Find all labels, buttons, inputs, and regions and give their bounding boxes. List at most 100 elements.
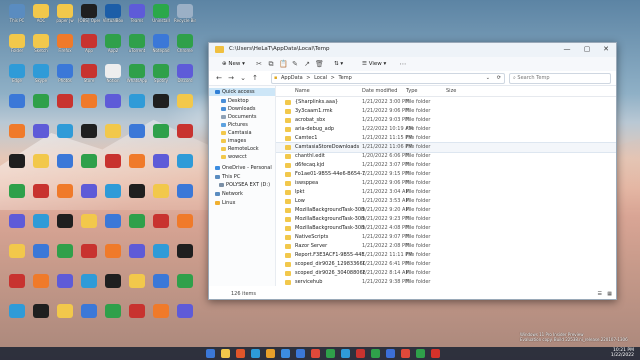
file-row[interactable]: acrobat_sbx 1/21/2022 9:03 PM File folder	[276, 116, 616, 125]
desktop-icon[interactable]	[54, 124, 76, 152]
desktop-icon[interactable]	[174, 94, 196, 122]
taskbar-app-icon[interactable]	[371, 349, 380, 358]
file-row[interactable]: Low 1/21/2022 3:53 AM File folder	[276, 197, 616, 206]
desktop-icon[interactable]	[30, 184, 52, 212]
up-icon[interactable]: ↑	[251, 74, 259, 82]
desktop-icon[interactable]: Sketch	[30, 34, 52, 62]
view-button[interactable]: ☰ View ▾	[359, 59, 389, 69]
nav-item[interactable]: RemoteLock	[209, 145, 281, 153]
file-row[interactable]: scoped_dir9026_304088068 1/21/2022 8:14 A…	[276, 269, 616, 278]
desktop-icon[interactable]: Notion	[102, 64, 124, 92]
nav-item[interactable]: Desktop	[209, 97, 281, 105]
file-row[interactable]: CamtasiaStoreDownloads 1/21/2022 11:06 PM…	[276, 142, 616, 153]
desktop-icon[interactable]	[30, 214, 52, 242]
taskbar-app-icon[interactable]	[326, 349, 335, 358]
desktop-icon[interactable]	[78, 124, 100, 152]
desktop-icon[interactable]	[126, 244, 148, 272]
desktop-icon[interactable]	[150, 124, 172, 152]
desktop-icon[interactable]: Notepad	[150, 34, 172, 62]
desktop-icon[interactable]: WhatsApp	[126, 64, 148, 92]
file-row[interactable]: Camtec1 1/21/2022 11:15 PM File folder	[276, 134, 616, 143]
desktop-icon[interactable]	[30, 94, 52, 122]
nav-item[interactable]: Linux	[209, 199, 275, 207]
desktop-icon[interactable]	[30, 244, 52, 272]
nav-item[interactable]: Quick access	[209, 88, 275, 96]
desktop-icon[interactable]	[150, 304, 172, 332]
desktop-icon[interactable]	[126, 124, 148, 152]
file-row[interactable]: Fo1ae01-9B55-44e6-B654-7f4d3f7c0b8f1...1…	[276, 170, 616, 179]
desktop-icon[interactable]	[6, 124, 28, 152]
desktop-icon[interactable]	[6, 274, 28, 302]
system-tray-clock[interactable]: 10:21 PM 1/22/2022	[611, 348, 634, 358]
cut-icon[interactable]: ✂	[255, 60, 263, 68]
address-segment[interactable]: Temp	[338, 75, 351, 81]
nav-item[interactable]: Camtasia	[209, 129, 281, 137]
nav-item[interactable]: Network	[209, 190, 275, 198]
file-row[interactable]: MozillaBackgroundTask-3080488DAFAA3...1/…	[276, 224, 616, 233]
desktop-icon[interactable]: Folder	[6, 34, 28, 62]
desktop-icon[interactable]: Firefox	[54, 34, 76, 62]
desktop-icon[interactable]	[6, 214, 28, 242]
desktop-icon[interactable]	[126, 154, 148, 182]
column-type[interactable]: Type	[406, 88, 417, 94]
desktop-icon[interactable]: Edge	[6, 64, 28, 92]
rename-icon[interactable]: ✎	[291, 60, 299, 68]
desktop-icon[interactable]	[6, 184, 28, 212]
taskbar-app-icon[interactable]	[251, 349, 260, 358]
file-row[interactable]: 3y3caam1.rmk 1/21/2022 9:06 PM File folder	[276, 107, 616, 116]
desktop-icon[interactable]	[102, 184, 124, 212]
desktop-icon[interactable]	[102, 94, 124, 122]
desktop-icon[interactable]	[54, 274, 76, 302]
desktop-icon[interactable]	[6, 94, 28, 122]
file-row[interactable]: lpkt 1/21/2022 3:04 AM File folder	[276, 188, 616, 197]
taskbar-app-icon[interactable]	[236, 349, 245, 358]
maximize-button[interactable]: ▢	[578, 44, 596, 55]
desktop-icon[interactable]	[6, 244, 28, 272]
desktop-icon[interactable]	[30, 274, 52, 302]
address-segment[interactable]: Local	[314, 75, 327, 81]
desktop-icon[interactable]	[30, 154, 52, 182]
desktop-icon[interactable]	[102, 274, 124, 302]
desktop-icon[interactable]	[78, 214, 100, 242]
column-size[interactable]: Size	[446, 88, 456, 94]
file-row[interactable]: Report.F3E3ACF1-9B55-44E3-B654-7F4D...1/…	[276, 251, 616, 260]
desktop-icon[interactable]	[54, 214, 76, 242]
tiles-view-icon[interactable]: ▦	[607, 289, 612, 299]
desktop-icon[interactable]: AOC	[30, 4, 52, 32]
address-dropdown-icon[interactable]: ⌄	[486, 74, 490, 83]
desktop-icon[interactable]: Skype	[30, 64, 52, 92]
recent-dropdown-icon[interactable]: ⌄	[239, 74, 247, 82]
new-button[interactable]: ⊕ New ▾	[219, 59, 248, 69]
minimize-button[interactable]: —	[558, 44, 576, 55]
desktop-icon[interactable]	[6, 304, 28, 332]
share-icon[interactable]: ↗	[303, 60, 311, 68]
refresh-icon[interactable]: ⟳	[497, 74, 501, 83]
file-row[interactable]: aria-debug_adp 1/22/2022 10:19 AM File fol…	[276, 125, 616, 134]
desktop-icon[interactable]	[174, 214, 196, 242]
taskbar-app-icon[interactable]	[356, 349, 365, 358]
start-button[interactable]	[206, 349, 215, 358]
desktop-icon[interactable]: This PC	[6, 4, 28, 32]
address-bar[interactable]: ▪ AppData > Local > Temp ⌄ ⟳	[271, 73, 505, 84]
desktop-icon[interactable]	[102, 244, 124, 272]
back-icon[interactable]: ←	[215, 74, 223, 82]
file-row[interactable]: chanthl.edit 1/20/2022 6:06 PM File folder	[276, 152, 616, 161]
desktop-icon[interactable]: App2	[102, 34, 124, 62]
desktop-icon[interactable]	[54, 304, 76, 332]
file-row[interactable]: Razor Server 1/21/2022 2:08 PM File folder	[276, 242, 616, 251]
desktop-icon[interactable]	[174, 154, 196, 182]
desktop-icon[interactable]	[150, 244, 172, 272]
desktop-icon[interactable]	[54, 184, 76, 212]
desktop-icon[interactable]	[174, 184, 196, 212]
copy-icon[interactable]: ⧉	[267, 60, 275, 68]
desktop-icon[interactable]	[150, 214, 172, 242]
address-segment[interactable]: AppData	[281, 75, 303, 81]
forward-icon[interactable]: →	[227, 74, 235, 82]
desktop-icon[interactable]	[54, 94, 76, 122]
file-row[interactable]: {Sharplinks.aaa} 1/21/2022 3:00 PM File fo…	[276, 98, 616, 107]
desktop-icon[interactable]	[54, 244, 76, 272]
desktop-icon[interactable]	[150, 184, 172, 212]
desktop-icon[interactable]: Discord	[174, 64, 196, 92]
desktop-icon[interactable]	[126, 274, 148, 302]
taskbar-app-icon[interactable]	[341, 349, 350, 358]
